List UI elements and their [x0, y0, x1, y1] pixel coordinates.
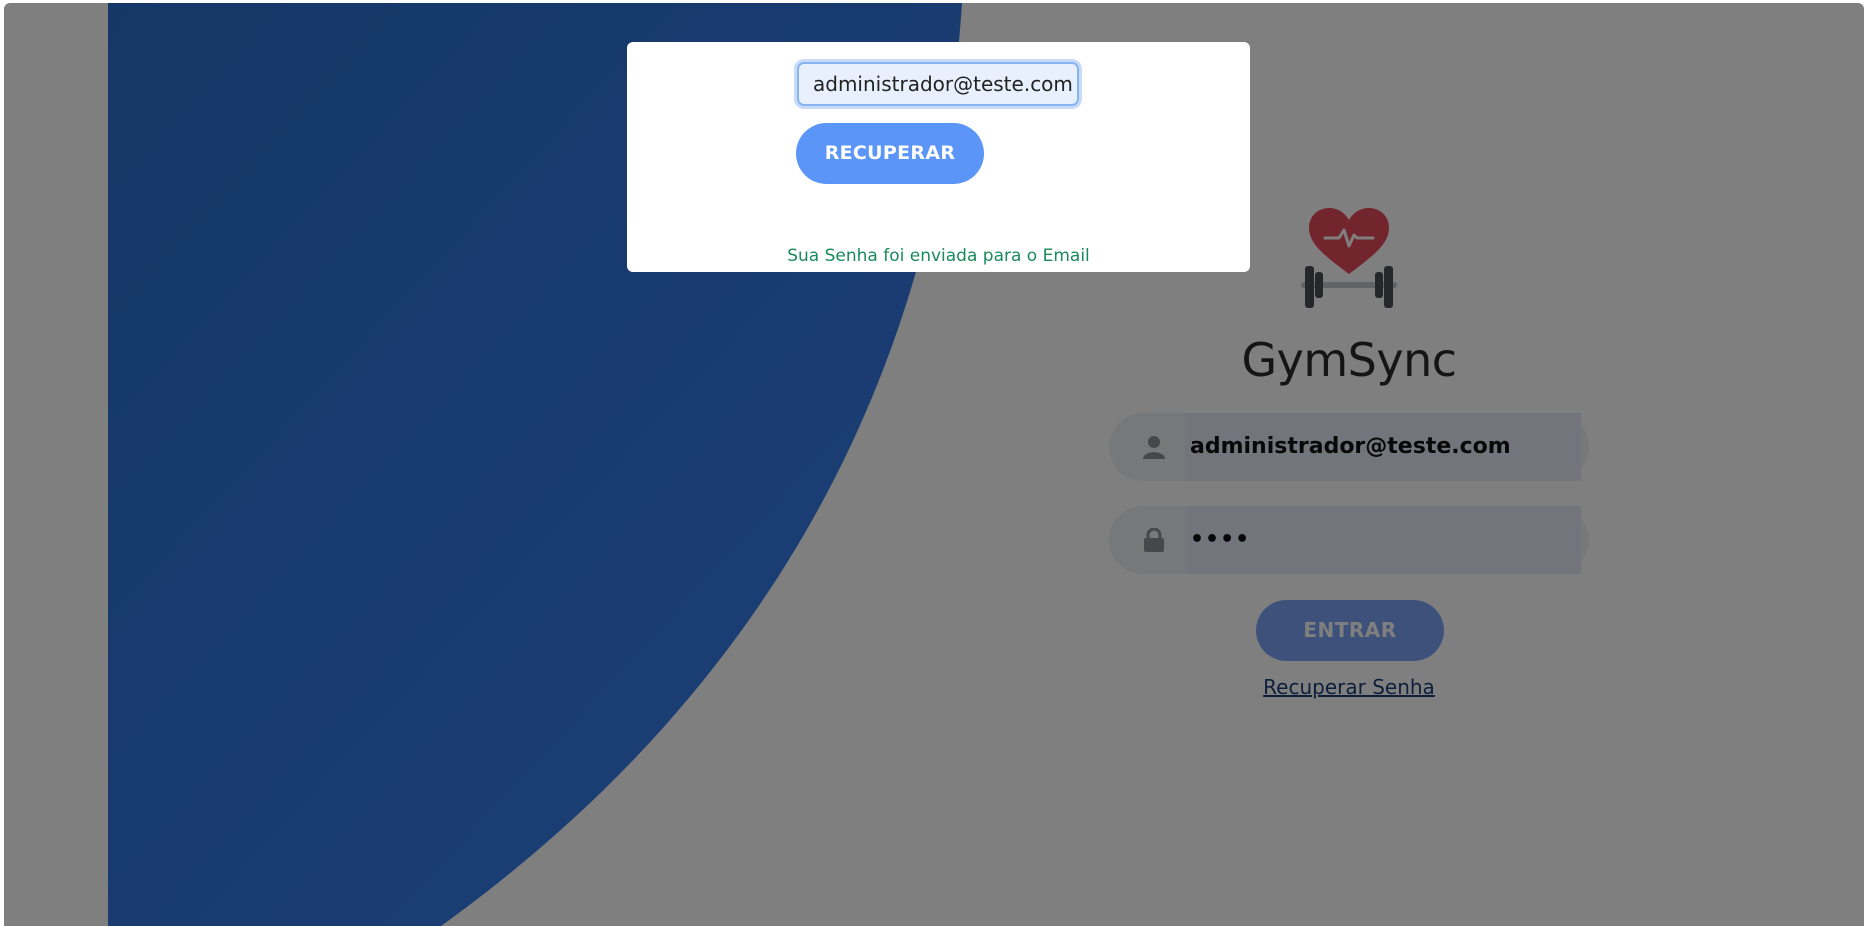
app-frame: GymSync administrador@teste.com •••• ENT… — [4, 3, 1864, 926]
recover-button[interactable]: RECUPERAR — [796, 123, 984, 184]
recovery-email-input[interactable]: administrador@teste.com — [797, 62, 1079, 106]
success-message: Sua Senha foi enviada para o Email — [787, 246, 1090, 266]
recovery-modal: administrador@teste.com RECUPERAR Sua Se… — [627, 42, 1250, 272]
recovery-email-value: administrador@teste.com — [813, 72, 1073, 96]
